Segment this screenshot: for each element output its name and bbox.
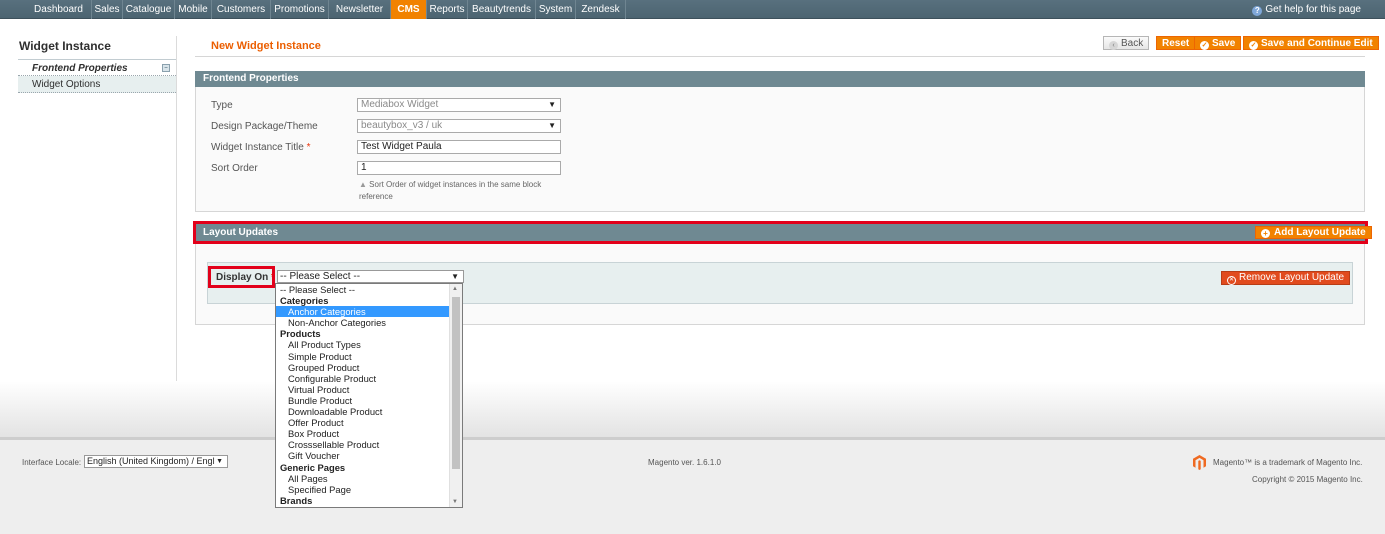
nav-item-beautytrends[interactable]: Beautytrends <box>468 0 536 19</box>
design-package-label: Design Package/Theme <box>211 121 318 132</box>
dropdown-optgroup: Products <box>280 328 321 340</box>
dropdown-arrow-icon: ▼ <box>548 100 556 109</box>
dropdown-option[interactable]: Box Product <box>276 428 462 439</box>
dropdown-optgroup: Categories <box>280 295 329 307</box>
dropdown-optgroup: Brands <box>280 494 313 506</box>
dropdown-option[interactable]: Downloadable Product <box>276 406 462 417</box>
note-arrow-icon: ▲ <box>359 180 367 189</box>
dropdown-option[interactable]: Crosssellable Product <box>276 439 462 450</box>
display-on-select[interactable]: -- Please Select -- ▼ <box>277 270 464 283</box>
header-divider <box>195 56 1365 57</box>
dropdown-option[interactable]: All Pages <box>276 473 462 484</box>
nav-item-sales[interactable]: Sales <box>92 0 123 19</box>
sort-order-label: Sort Order <box>211 163 258 174</box>
dropdown-option[interactable]: Simple Product <box>276 351 462 362</box>
scrollbar-thumb[interactable] <box>452 297 460 469</box>
remove-layout-update-button[interactable]: ✕ Remove Layout Update <box>1221 271 1351 285</box>
tab-label: Widget Options <box>32 79 101 90</box>
save-button[interactable]: ✓ Save <box>1194 36 1242 50</box>
save-and-continue-button[interactable]: ✓ Save and Continue Edit <box>1243 36 1379 50</box>
dropdown-option[interactable]: Non-Anchor Categories <box>276 317 462 328</box>
type-label: Type <box>211 100 233 111</box>
footer-gradient <box>0 381 1385 437</box>
nav-item-system[interactable]: System <box>536 0 576 19</box>
nav-item-newsletter[interactable]: Newsletter <box>329 0 391 19</box>
display-on-dropdown-list[interactable]: -- Please Select -- Categories Anchor Cate… <box>275 283 463 508</box>
nav-item-customers[interactable]: Customers <box>212 0 271 19</box>
dropdown-option[interactable]: -- Please Select -- <box>276 284 462 295</box>
type-select: Mediabox Widget ▼ <box>357 98 561 112</box>
dropdown-option[interactable]: Bundle Product <box>276 395 462 406</box>
checkmark-icon: ✓ <box>1249 41 1258 50</box>
help-link[interactable]: ? Get help for this page <box>1252 0 1361 19</box>
plus-icon: + <box>1261 229 1270 238</box>
nav-item-dashboard[interactable]: Dashboard <box>26 0 92 19</box>
nav-item-reports[interactable]: Reports <box>427 0 468 19</box>
dropdown-option[interactable]: Grouped Product <box>276 362 462 373</box>
dropdown-option[interactable]: Offer Product <box>276 417 462 428</box>
dropdown-arrow-icon: ▼ <box>216 458 223 465</box>
back-button[interactable]: ‹ Back <box>1103 36 1150 50</box>
widget-title-label: Widget Instance Title * <box>211 142 311 153</box>
required-mark: * <box>306 142 311 153</box>
design-package-select: beautybox_v3 / uk ▼ <box>357 119 561 133</box>
reset-button[interactable]: Reset <box>1156 36 1196 50</box>
nav-item-catalogue[interactable]: Catalogue <box>123 0 175 19</box>
dropdown-option[interactable]: Anchor Categories <box>276 306 462 318</box>
nav-item-cms[interactable]: CMS <box>391 0 427 19</box>
sort-order-note: ▲ Sort Order of widget instances in the … <box>359 180 542 201</box>
trademark-text: Magento™ is a trademark of Magento Inc. <box>1213 458 1363 467</box>
dropdown-scrollbar[interactable]: ▲ ▼ <box>449 284 462 507</box>
nav-item-zendesk[interactable]: Zendesk <box>576 0 626 19</box>
copyright-text: Copyright © 2015 Magento Inc. <box>1252 475 1363 484</box>
interface-locale-label: Interface Locale: <box>22 458 82 467</box>
magento-logo-icon <box>1193 455 1206 470</box>
tab-widget-options[interactable]: Widget Options <box>18 76 176 93</box>
sort-order-input[interactable]: 1 <box>357 161 561 175</box>
sidebar-divider <box>176 36 177 381</box>
close-icon: ✕ <box>1227 276 1236 285</box>
scroll-down-icon[interactable]: ▼ <box>452 499 458 505</box>
magento-version: Magento ver. 1.6.1.0 <box>648 458 721 467</box>
tab-frontend-properties[interactable]: Frontend Properties – <box>18 59 176 76</box>
dropdown-option[interactable]: All Product Types <box>276 339 462 350</box>
dropdown-option[interactable]: Specified Page <box>276 484 462 495</box>
frontend-properties-header: Frontend Properties <box>195 71 1365 87</box>
layout-updates-highlight <box>193 221 1368 244</box>
checkmark-icon: ✓ <box>1200 41 1209 50</box>
dropdown-option[interactable]: Configurable Product <box>276 373 462 384</box>
dropdown-option[interactable]: Virtual Product <box>276 384 462 395</box>
dropdown-arrow-icon: ▼ <box>451 272 459 281</box>
top-navigation: Dashboard Sales Catalogue Mobile Customers Pr… <box>0 0 1385 19</box>
question-circle-icon: ? <box>1252 6 1263 16</box>
tab-label: Frontend Properties <box>32 63 128 74</box>
nav-item-promotions[interactable]: Promotions <box>271 0 329 19</box>
nav-item-mobile[interactable]: Mobile <box>175 0 212 19</box>
scroll-up-icon[interactable]: ▲ <box>452 286 458 292</box>
page-title: New Widget Instance <box>211 40 321 52</box>
display-on-highlight <box>208 266 275 288</box>
add-layout-update-button[interactable]: + Add Layout Update <box>1255 226 1372 239</box>
widget-title-input[interactable]: Test Widget Paula <box>357 140 561 154</box>
interface-locale-select[interactable]: English (United Kingdom) / Engl ▼ <box>84 455 228 468</box>
sidebar-title: Widget Instance <box>19 39 111 53</box>
dropdown-option[interactable]: Gift Voucher <box>276 450 462 461</box>
collapse-icon[interactable]: – <box>162 64 170 72</box>
dropdown-arrow-icon: ▼ <box>548 121 556 130</box>
back-arrow-icon: ‹ <box>1109 41 1118 50</box>
dropdown-optgroup: Generic Pages <box>280 461 346 473</box>
